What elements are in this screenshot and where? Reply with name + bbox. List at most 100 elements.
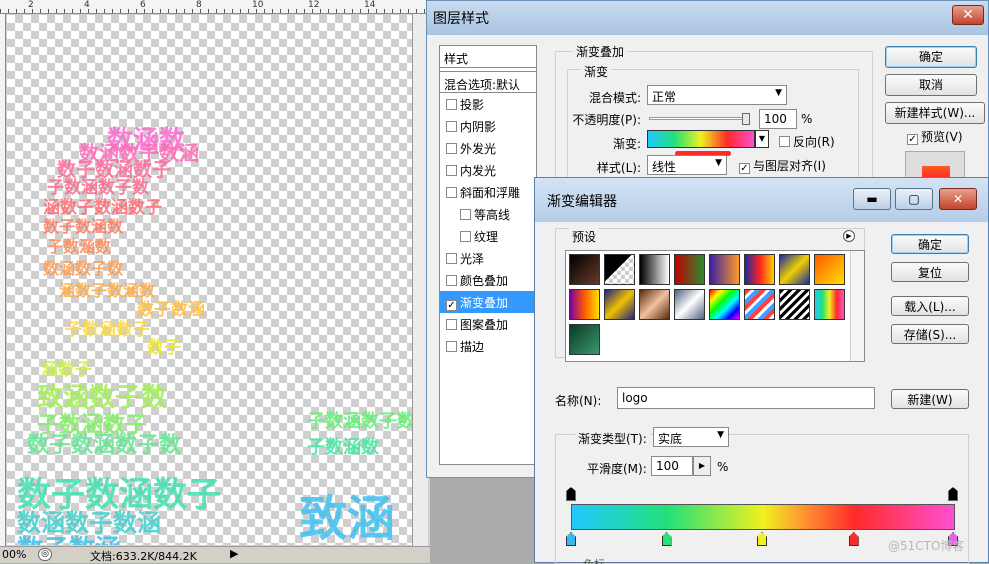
style-item-label: 图案叠加 — [460, 318, 509, 332]
preset-swatch[interactable] — [639, 289, 670, 320]
style-item[interactable]: 光泽 — [440, 247, 536, 269]
style-item-checkbox[interactable] — [446, 275, 457, 286]
smoothness-input[interactable]: 100 — [651, 456, 693, 476]
gradient-bar[interactable] — [571, 504, 955, 530]
style-item-checkbox[interactable] — [446, 121, 457, 132]
smoothness-value: 100 — [656, 459, 679, 473]
save-button[interactable]: 存储(S)... — [891, 324, 969, 344]
style-item-checkbox[interactable] — [446, 300, 457, 311]
close-icon[interactable]: ✕ — [939, 188, 977, 210]
zoom-level[interactable]: 00% — [2, 548, 26, 561]
preset-swatch[interactable] — [674, 254, 705, 285]
status-menu-arrow-icon[interactable]: ▶ — [230, 547, 238, 560]
style-item[interactable]: 外发光 — [440, 137, 536, 159]
preset-swatch[interactable] — [814, 289, 845, 320]
reverse-checkbox[interactable]: 反向(R) — [779, 133, 835, 150]
gradient-type-label: 渐变类型(T): — [575, 430, 650, 447]
blend-mode-select[interactable]: 正常 ▼ — [647, 85, 787, 105]
style-item-checkbox[interactable] — [446, 143, 457, 154]
ok-button[interactable]: 确定 — [891, 234, 969, 254]
smoothness-stepper[interactable]: ▶ — [693, 456, 711, 476]
reverse-checkbox-box[interactable] — [779, 136, 790, 147]
style-item[interactable]: 纹理 — [440, 225, 536, 247]
presets-label: 预设 — [569, 228, 600, 245]
style-item-label: 描边 — [460, 340, 485, 354]
align-checkbox-box[interactable] — [739, 163, 750, 174]
ok-button[interactable]: 确定 — [885, 46, 977, 68]
document-canvas-area[interactable]: 2 4 6 8 10 12 14 数涵数 数涵数子数涵 数子数涵数子 子数涵数子数 涵数子数涵数子数… — [0, 0, 430, 563]
opacity-label: 不透明度(P): — [572, 113, 641, 127]
reset-button[interactable]: 复位 — [891, 262, 969, 282]
style-item-checkbox[interactable] — [460, 209, 471, 220]
preview-checkbox[interactable]: 预览(V) — [907, 128, 963, 145]
blend-options-item[interactable]: 混合选项:默认 — [440, 71, 536, 93]
new-gradient-button[interactable]: 新建(W) — [891, 389, 969, 409]
style-item-checkbox[interactable] — [460, 231, 471, 242]
canvas-transparent-checkerboard[interactable]: 数涵数 数涵数子数涵 数子数涵数子 子数涵数子数 涵数子数涵数子 数子数涵数 子数涵数 数涵数… — [7, 15, 412, 545]
presets-menu-icon[interactable]: ▶ — [843, 230, 855, 242]
gradient-dropdown-button[interactable]: ▼ — [755, 130, 769, 148]
status-info-icon[interactable]: ◎ — [38, 548, 52, 561]
ruler-number: 14 — [364, 0, 376, 10]
opacity-slider-thumb[interactable] — [742, 113, 750, 125]
gradient-type-select[interactable]: 实底 ▼ — [653, 427, 729, 447]
opacity-input[interactable]: 100 — [759, 109, 797, 129]
style-item-checkbox[interactable] — [446, 165, 457, 176]
style-item-label: 外发光 — [460, 142, 497, 156]
load-button[interactable]: 载入(L)... — [891, 296, 969, 316]
preset-swatch[interactable] — [604, 254, 635, 285]
gradient-swatch[interactable] — [647, 130, 755, 148]
preset-swatch[interactable] — [569, 289, 600, 320]
preset-swatch[interactable] — [709, 254, 740, 285]
align-with-layer-checkbox[interactable]: 与图层对齐(I) — [739, 157, 826, 174]
preset-swatch[interactable] — [779, 254, 810, 285]
opacity-slider[interactable] — [649, 113, 750, 125]
style-item[interactable]: 投影 — [440, 93, 536, 115]
style-item[interactable]: 图案叠加 — [440, 313, 536, 335]
style-item-checkbox[interactable] — [446, 253, 457, 264]
style-item-checkbox[interactable] — [446, 319, 457, 330]
cancel-button[interactable]: 取消 — [885, 74, 977, 96]
preset-swatch[interactable] — [569, 324, 600, 355]
preset-swatch[interactable] — [604, 289, 635, 320]
preset-swatch[interactable] — [674, 289, 705, 320]
artwork-text: 子数涵数 — [47, 237, 112, 256]
style-item[interactable]: 等高线 — [440, 203, 536, 225]
gradient-editor-dialog: 渐变编辑器 ▬ ▢ ✕ 预设 ▶ 名称(N): logo 确定 复位 载入(L)… — [534, 177, 989, 564]
preset-swatch[interactable] — [709, 289, 740, 320]
style-item-label: 纹理 — [474, 230, 499, 244]
style-item-checkbox[interactable] — [446, 187, 457, 198]
style-item[interactable]: 斜面和浮雕 — [440, 181, 536, 203]
preset-swatch[interactable] — [744, 254, 775, 285]
preset-swatch[interactable] — [639, 254, 670, 285]
style-item[interactable]: 描边 — [440, 335, 536, 357]
preset-swatch[interactable] — [814, 254, 845, 285]
style-item[interactable]: 内阴影 — [440, 115, 536, 137]
preset-swatch[interactable] — [744, 289, 775, 320]
maximize-icon[interactable]: ▢ — [895, 188, 933, 210]
presets-scrollbar[interactable] — [850, 251, 864, 361]
preview-checkbox-box[interactable] — [907, 134, 918, 145]
preview-label: 预览(V) — [921, 130, 963, 144]
style-item-label: 内阴影 — [460, 120, 497, 134]
style-item-checkbox[interactable] — [446, 341, 457, 352]
gradient-overlay-title: 渐变叠加 — [573, 43, 628, 60]
style-item[interactable]: 内发光 — [440, 159, 536, 181]
minimize-icon[interactable]: ▬ — [853, 188, 891, 210]
preset-swatch[interactable] — [779, 289, 810, 320]
close-icon[interactable]: ✕ — [952, 5, 984, 25]
styles-header[interactable]: 样式 — [440, 46, 536, 68]
chevron-down-icon: ▼ — [715, 158, 722, 168]
style-select[interactable]: 线性 ▼ — [647, 155, 727, 175]
preset-swatch[interactable] — [569, 254, 600, 285]
new-style-button[interactable]: 新建样式(W)... — [885, 102, 985, 124]
layer-style-titlebar[interactable]: 图层样式 ✕ — [427, 1, 988, 35]
name-input[interactable]: logo — [617, 387, 875, 409]
smoothness-label: 平滑度(M): — [587, 462, 647, 476]
style-item-checkbox[interactable] — [446, 99, 457, 110]
style-item[interactable]: 渐变叠加 — [440, 291, 536, 313]
style-item-label: 内发光 — [460, 164, 497, 178]
artwork-text: 子数涵数 — [307, 437, 379, 458]
style-item[interactable]: 颜色叠加 — [440, 269, 536, 291]
artwork-text: 子数涵数子 — [65, 320, 150, 340]
